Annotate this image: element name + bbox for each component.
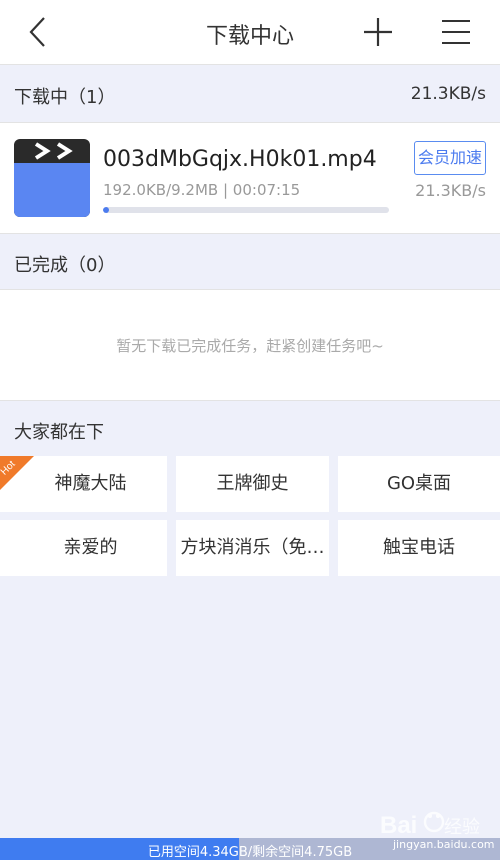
- popular-app-item[interactable]: GO桌面: [338, 456, 500, 512]
- total-speed: 21.3KB/s: [410, 84, 486, 104]
- menu-icon[interactable]: [438, 14, 474, 50]
- popular-app-item[interactable]: 王牌御史: [176, 456, 329, 512]
- popular-app-item[interactable]: 方块消消乐（免…: [176, 520, 329, 576]
- popular-header: 大家都在下: [0, 401, 500, 456]
- popular-app-item[interactable]: 亲爱的: [0, 520, 167, 576]
- item-speed: 21.3KB/s: [415, 181, 486, 200]
- popular-app-item[interactable]: 触宝电话: [338, 520, 500, 576]
- popular-title: 大家都在下: [14, 422, 104, 443]
- plus-icon[interactable]: [360, 14, 396, 50]
- svg-text:经验: 经验: [444, 817, 480, 837]
- vip-accelerate-button[interactable]: 会员加速: [414, 141, 486, 175]
- file-name: 003dMbGqjx.H0k01.mp4: [103, 147, 377, 172]
- completed-empty-state: 暂无下载已完成任务，赶紧创建任务吧~: [0, 289, 500, 401]
- completed-header: 已完成（0）: [0, 234, 500, 289]
- watermark-url: jingyan.baidu.com: [393, 838, 495, 851]
- baidu-watermark-logo: Bai 经验: [380, 811, 480, 839]
- popular-app-label: 方块消消乐（免…: [180, 537, 325, 558]
- file-progress-meta: 192.0KB/9.2MB | 00:07:15: [103, 181, 301, 199]
- popular-app-label: 亲爱的: [63, 537, 118, 558]
- download-progress-bar: [103, 207, 389, 213]
- hot-badge: Hot: [0, 456, 34, 490]
- popular-app-item[interactable]: 神魔大陆 Hot: [0, 456, 167, 512]
- downloading-title: 下载中（1）: [14, 87, 116, 108]
- downloading-header: 下载中（1） 21.3KB/s: [0, 66, 500, 122]
- download-item[interactable]: 003dMbGqjx.H0k01.mp4 192.0KB/9.2MB | 00:…: [0, 122, 500, 234]
- empty-message: 暂无下载已完成任务，赶紧创建任务吧~: [116, 337, 384, 355]
- popular-app-label: 王牌御史: [216, 473, 289, 494]
- download-progress-fill: [103, 207, 109, 213]
- nav-bar: 下载中心: [0, 0, 500, 65]
- popular-app-label: 触宝电话: [383, 537, 455, 558]
- page-title: 下载中心: [205, 24, 294, 49]
- svg-text:Bai: Bai: [380, 812, 417, 839]
- popular-app-label: 神魔大陆: [54, 473, 127, 494]
- popular-app-label: GO桌面: [386, 473, 452, 494]
- popular-apps-grid: 神魔大陆 Hot 王牌御史 GO桌面 亲爱的 方块消消乐（免… 触宝电话: [0, 456, 500, 576]
- completed-title: 已完成（0）: [14, 255, 116, 276]
- video-clapper-icon: [14, 139, 90, 217]
